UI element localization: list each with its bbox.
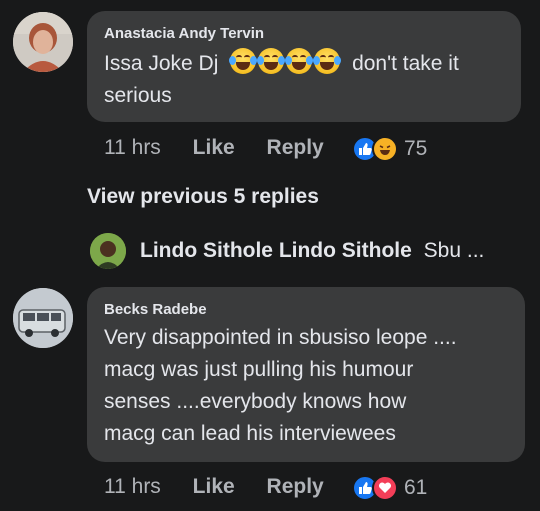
avatar-photo-icon	[90, 233, 126, 269]
comment-text-1: Issa Joke Dj don't take it serious	[104, 48, 514, 112]
reply-button-2[interactable]: Reply	[267, 475, 324, 498]
laughing-tears-emoji	[229, 48, 258, 74]
reply-preview-snippet: Sbu ...	[423, 239, 485, 262]
comment-text-1-end: don't take it	[352, 52, 459, 75]
avatar-photo-icon	[13, 288, 73, 348]
comment-text-2-line: macg was just pulling his humour	[104, 358, 414, 381]
comment-text-1-line2: serious	[104, 84, 172, 107]
reply-preview[interactable]: Lindo Sithole Lindo Sithole Sbu ...	[140, 239, 484, 263]
comment-text-2-line: senses ....everybody knows how	[104, 390, 407, 413]
comment-text-2: Very disappointed in sbusiso leope .... …	[104, 322, 519, 450]
comment-author-1[interactable]: Anastacia Andy Tervin	[104, 25, 264, 42]
love-icon	[372, 475, 398, 501]
avatar-photo-icon	[13, 12, 73, 72]
reaction-count-1: 75	[404, 137, 428, 160]
view-previous-replies-link[interactable]: View previous 5 replies	[87, 185, 319, 209]
haha-icon	[372, 136, 398, 162]
reply-button-1[interactable]: Reply	[267, 136, 324, 159]
laughing-tears-emoji	[285, 48, 314, 74]
comment-text-1-start: Issa Joke Dj	[104, 52, 219, 75]
comment-text-2-line: Very disappointed in sbusiso leope ....	[104, 326, 457, 349]
like-button-1[interactable]: Like	[193, 136, 235, 159]
reactions-2[interactable]: 61	[352, 475, 427, 501]
reactions-1[interactable]: 75	[352, 136, 427, 162]
emoji-group	[229, 48, 348, 75]
comment-time-2[interactable]: 11 hrs	[104, 475, 161, 498]
comment-time-1[interactable]: 11 hrs	[104, 136, 161, 159]
reaction-count-2: 61	[404, 476, 428, 499]
laughing-tears-emoji	[313, 48, 342, 74]
reply-preview-author[interactable]: Lindo Sithole Lindo Sithole	[140, 239, 412, 262]
like-button-2[interactable]: Like	[193, 475, 235, 498]
avatar-becks[interactable]	[13, 288, 73, 348]
laughing-tears-emoji	[257, 48, 286, 74]
comment-text-2-line: macg can lead his interviewees	[104, 422, 396, 445]
avatar-anastacia[interactable]	[13, 12, 73, 72]
avatar-lindo[interactable]	[90, 233, 126, 269]
comment-author-2[interactable]: Becks Radebe	[104, 301, 207, 318]
